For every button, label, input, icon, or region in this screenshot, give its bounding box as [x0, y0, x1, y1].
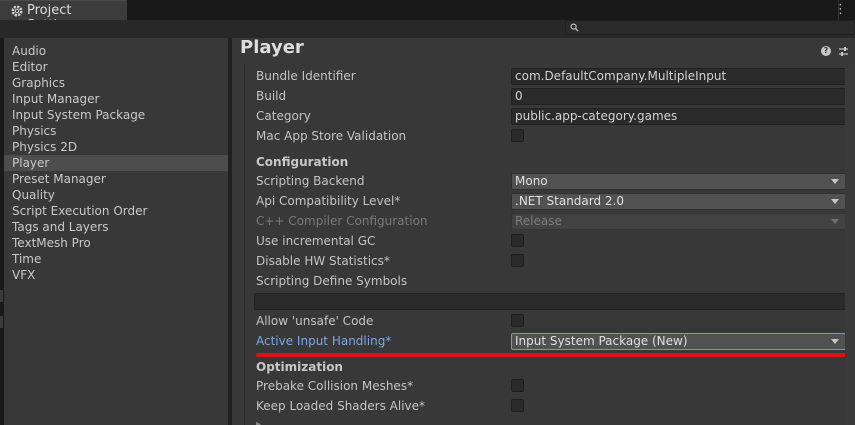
chevron-down-icon [831, 219, 839, 224]
cpp-compiler-label: C++ Compiler Configuration [256, 214, 428, 228]
cpp-compiler-dropdown: Release [511, 213, 846, 230]
sidebar-item-physics-2d[interactable]: Physics 2D [4, 139, 228, 155]
inspector-scrollbar[interactable] [845, 64, 855, 425]
incremental-gc-label: Use incremental GC [256, 234, 376, 248]
sidebar-item-textmesh-pro[interactable]: TextMesh Pro [4, 235, 228, 251]
scripting-backend-label: Scripting Backend [256, 174, 365, 188]
incremental-gc-checkbox[interactable] [511, 234, 524, 247]
bundle-identifier-label: Bundle Identifier [256, 69, 356, 83]
red-highlight-underline [256, 353, 849, 357]
allow-unsafe-code-checkbox[interactable] [511, 314, 524, 327]
disable-hw-statistics-label: Disable HW Statistics* [256, 254, 390, 268]
settings-sidebar: Audio Editor Graphics Input Manager Inpu… [4, 38, 228, 425]
tab-project-settings[interactable]: Project Settings [0, 0, 127, 33]
search-icon [570, 23, 579, 32]
sidebar-item-preset-manager[interactable]: Preset Manager [4, 171, 228, 187]
search-input[interactable] [565, 20, 855, 35]
preset-settings-icon[interactable] [838, 46, 849, 57]
dock-marker [0, 316, 3, 328]
foldout-arrow-icon[interactable]: ▸ [256, 419, 261, 425]
section-header-clipped: · · · · · · [305, 64, 347, 68]
scripting-define-symbols-field[interactable] [254, 293, 846, 310]
active-input-handling-value: Input System Package (New) [515, 334, 688, 348]
inspector-content: · · · · · · Bundle Identifier com.Defaul… [245, 64, 855, 425]
sidebar-item-physics[interactable]: Physics [4, 123, 228, 139]
player-settings-panel: Player ? · · · · · · Bundle Identifier c… [232, 37, 855, 425]
configuration-section-header: Configuration [256, 155, 349, 169]
bundle-identifier-field[interactable]: com.DefaultCompany.MultipleInput [511, 68, 846, 85]
sidebar-item-time[interactable]: Time [4, 251, 228, 267]
tab-bar: Project Settings ⋮ [0, 0, 855, 33]
scripting-define-symbols-label: Scripting Define Symbols [256, 274, 408, 288]
sidebar-item-editor[interactable]: Editor [4, 59, 228, 75]
mac-app-store-validation-label: Mac App Store Validation [256, 129, 407, 143]
sidebar-item-script-execution-order[interactable]: Script Execution Order [4, 203, 228, 219]
optimization-section-header: Optimization [256, 360, 343, 374]
category-field[interactable]: public.app-category.games [511, 108, 846, 125]
allow-unsafe-code-label: Allow 'unsafe' Code [256, 314, 374, 328]
prebake-collision-meshes-label: Prebake Collision Meshes* [256, 379, 414, 393]
sidebar-item-player[interactable]: Player [4, 155, 228, 171]
sidebar-item-input-system-package[interactable]: Input System Package [4, 107, 228, 123]
scripting-backend-dropdown[interactable]: Mono [511, 173, 846, 190]
gear-icon [11, 5, 23, 17]
sidebar-item-tags-and-layers[interactable]: Tags and Layers [4, 219, 228, 235]
api-compatibility-label: Api Compatibility Level* [256, 194, 401, 208]
sidebar-item-input-manager[interactable]: Input Manager [4, 91, 228, 107]
sidebar-item-graphics[interactable]: Graphics [4, 75, 228, 91]
keep-loaded-shaders-alive-checkbox[interactable] [511, 399, 524, 412]
disable-hw-statistics-checkbox[interactable] [511, 254, 524, 267]
category-label: Category [256, 109, 311, 123]
active-input-handling-label: Active Input Handling* [256, 334, 392, 348]
help-icon[interactable]: ? [821, 46, 831, 56]
sidebar-item-audio[interactable]: Audio [4, 43, 228, 59]
dock-marker [0, 290, 3, 302]
page-title: Player [240, 37, 304, 58]
keep-loaded-shaders-alive-label: Keep Loaded Shaders Alive* [256, 399, 426, 413]
api-compatibility-value: .NET Standard 2.0 [515, 194, 625, 208]
chevron-down-icon [831, 339, 839, 344]
api-compatibility-dropdown[interactable]: .NET Standard 2.0 [511, 193, 846, 210]
chevron-down-icon [831, 179, 839, 184]
cpp-compiler-value: Release [515, 214, 562, 228]
mac-app-store-validation-checkbox[interactable] [511, 129, 524, 142]
sidebar-item-vfx[interactable]: VFX [4, 267, 228, 283]
active-input-handling-dropdown[interactable]: Input System Package (New) [511, 333, 846, 350]
prebake-collision-meshes-checkbox[interactable] [511, 379, 524, 392]
build-field[interactable]: 0 [511, 88, 846, 105]
build-label: Build [256, 89, 287, 103]
sidebar-item-quality[interactable]: Quality [4, 187, 228, 203]
chevron-down-icon [831, 199, 839, 204]
more-options-icon[interactable]: ⋮ [834, 2, 847, 17]
scripting-backend-value: Mono [515, 174, 548, 188]
